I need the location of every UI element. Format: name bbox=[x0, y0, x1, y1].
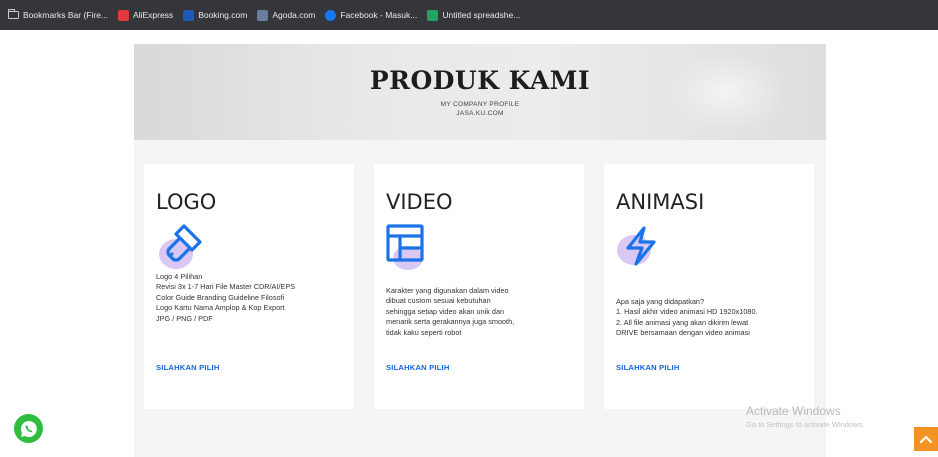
product-card-animasi: ANIMASI Apa saja yang didapatkan? 1. Has… bbox=[604, 164, 814, 409]
activate-windows-subtitle: Go to Settings to activate Windows. bbox=[746, 420, 865, 429]
select-animasi-link[interactable]: SILAHKAN PILIH bbox=[616, 363, 680, 372]
card-description: Apa saja yang didapatkan? 1. Hasil akhir… bbox=[616, 297, 806, 339]
card-line: Apa saja yang didapatkan? bbox=[616, 297, 705, 306]
chevron-up-icon bbox=[920, 435, 932, 444]
card-line: Karakter yang digunakan dalam video bbox=[386, 286, 509, 295]
hero-website: JASA.KU.COM bbox=[456, 110, 504, 117]
bookmark-aliexpress[interactable]: AliExpress bbox=[118, 9, 174, 21]
card-title: ANIMASI bbox=[616, 190, 705, 214]
brush-icon bbox=[156, 220, 206, 272]
bookmark-label: Facebook - Masuk... bbox=[340, 10, 418, 20]
card-line: tidak kaku seperti robot bbox=[386, 327, 462, 337]
bookmark-label: AliExpress bbox=[133, 10, 174, 20]
whatsapp-button[interactable] bbox=[14, 414, 43, 443]
hero-subtitle: MY COMPANY PROFILE bbox=[440, 101, 520, 108]
layout-icon bbox=[386, 220, 436, 272]
select-video-link[interactable]: SILAHKAN PILIH bbox=[386, 363, 450, 372]
card-line: dibuat custom sesuai kebutuhan bbox=[386, 296, 491, 306]
bookmark-facebook[interactable]: Facebook - Masuk... bbox=[325, 9, 418, 21]
bookmark-label: Booking.com bbox=[198, 10, 248, 20]
bookmarks-bar: Bookmarks Bar (Fire... AliExpress Bookin… bbox=[0, 0, 938, 30]
card-line: 1. Hasil akhir video animasi HD 1920x108… bbox=[616, 307, 758, 317]
card-line: 2. All file animasi yang akan dikirim le… bbox=[616, 317, 749, 327]
bookmark-folder[interactable]: Bookmarks Bar (Fire... bbox=[8, 9, 109, 20]
facebook-icon bbox=[325, 9, 337, 21]
scroll-to-top-button[interactable] bbox=[914, 427, 938, 451]
sheets-icon bbox=[427, 9, 439, 21]
card-line: sehingga setiap video akan unik dan bbox=[386, 306, 505, 316]
product-card-logo: LOGO Logo 4 Pilihan Revisi 3x 1-7 Hari F… bbox=[144, 164, 354, 409]
bookmark-agoda[interactable]: Agoda.com bbox=[257, 9, 316, 21]
bookmark-booking[interactable]: Booking.com bbox=[183, 9, 248, 21]
card-title: VIDEO bbox=[386, 190, 453, 214]
card-line: DRIVE bersamaan dengan video animasi bbox=[616, 328, 750, 338]
card-line: Logo 4 Pilihan bbox=[156, 272, 203, 281]
card-line: JPG / PNG / PDF bbox=[156, 313, 213, 323]
card-line: Logo Kartu Nama Amplop & Kop Export bbox=[156, 303, 285, 313]
bookmark-sheets[interactable]: Untitled spreadshe... bbox=[427, 9, 521, 21]
aliexpress-icon bbox=[118, 9, 130, 21]
bookmark-label: Untitled spreadshe... bbox=[442, 10, 521, 20]
lightning-icon bbox=[616, 220, 666, 272]
product-card-video: VIDEO Karakter yang digunakan dalam vide… bbox=[374, 164, 584, 409]
select-logo-link[interactable]: SILAHKAN PILIH bbox=[156, 363, 220, 372]
agoda-icon bbox=[257, 9, 269, 21]
whatsapp-icon bbox=[20, 420, 37, 437]
booking-icon bbox=[183, 9, 195, 21]
card-line: Color Guide Branding Guideline Filosofi bbox=[156, 292, 285, 302]
card-line: menarik serta gerakannya juga smooth, bbox=[386, 317, 515, 327]
bookmark-label: Bookmarks Bar (Fire... bbox=[23, 10, 109, 20]
card-line: Revisi 3x 1-7 Hari File Master CDR/AI/EP… bbox=[156, 282, 296, 292]
folder-icon bbox=[8, 9, 19, 19]
card-description: Logo 4 Pilihan Revisi 3x 1-7 Hari File M… bbox=[156, 272, 346, 324]
card-description: Karakter yang digunakan dalam video dibu… bbox=[386, 286, 576, 338]
activate-windows-title: Activate Windows bbox=[746, 404, 841, 418]
bookmark-label: Agoda.com bbox=[272, 10, 316, 20]
card-title: LOGO bbox=[156, 190, 217, 214]
hero-banner: PRODUK KAMI MY COMPANY PROFILE JASA.KU.C… bbox=[134, 44, 826, 140]
page-title: PRODUK KAMI bbox=[369, 66, 591, 95]
